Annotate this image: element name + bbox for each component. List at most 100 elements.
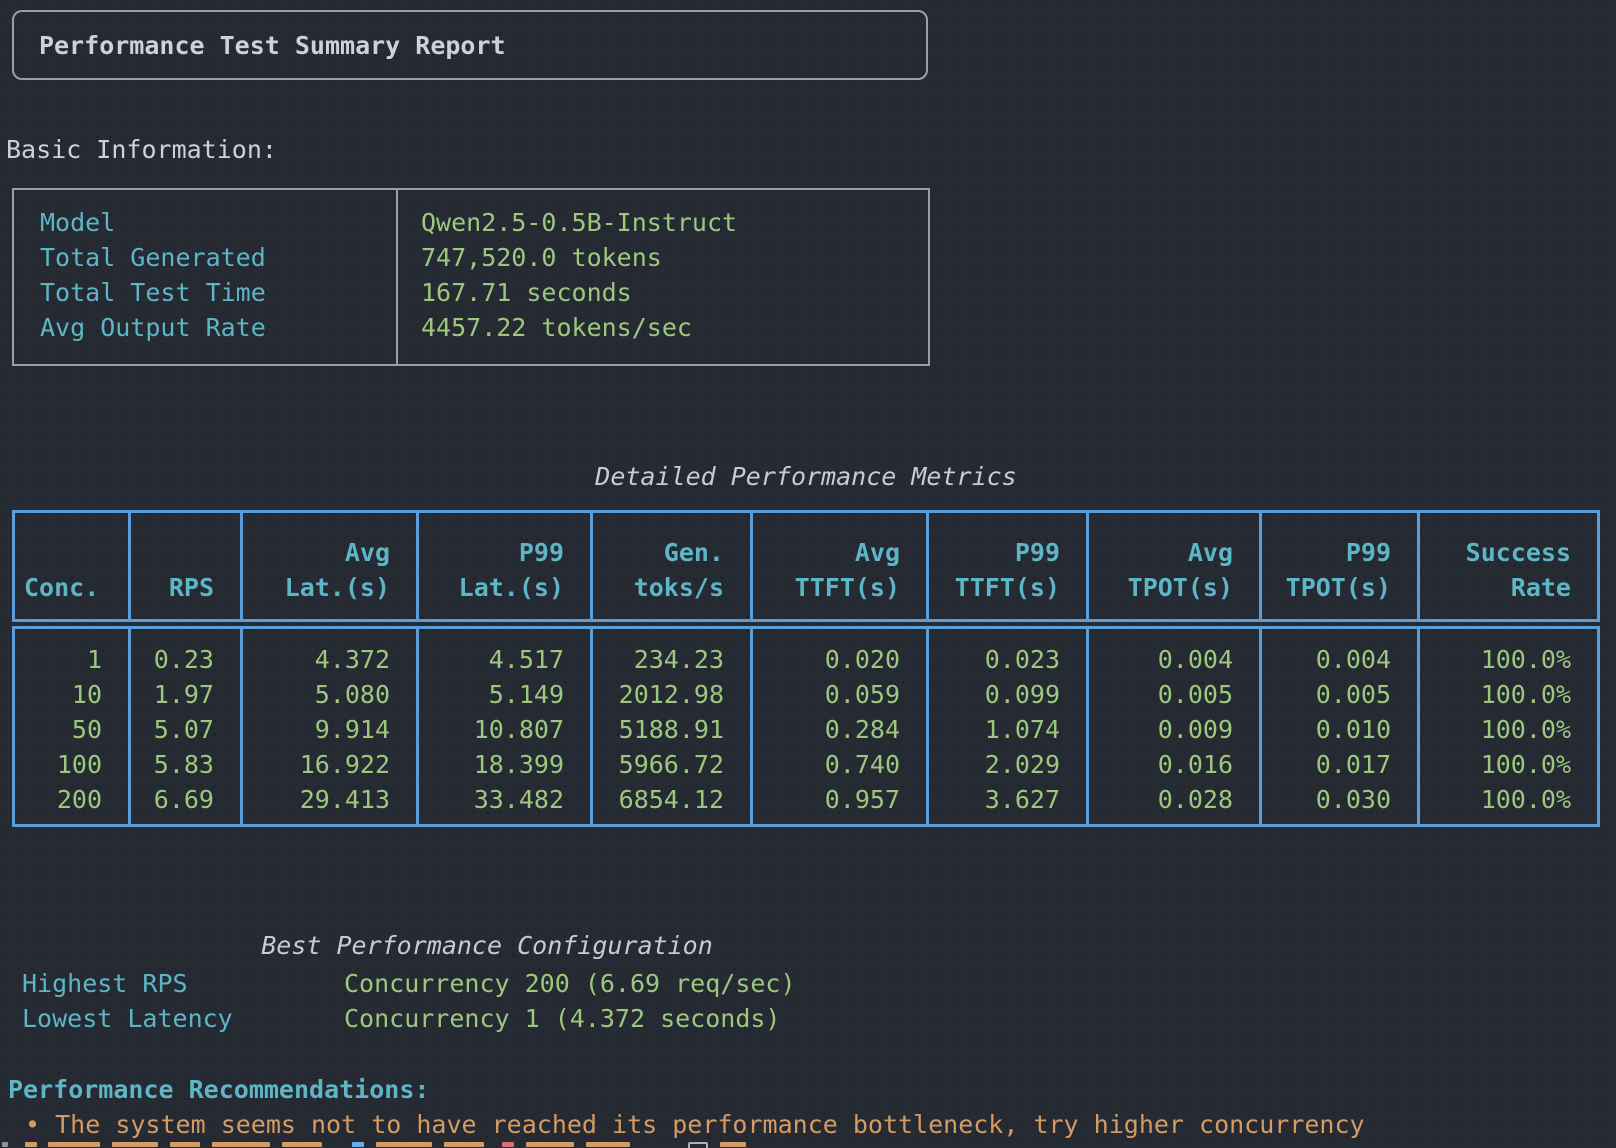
metric-value: 0.028 bbox=[1089, 782, 1259, 817]
metrics-header-row: Conc.RPSAvgLat.(s)P99Lat.(s)Gen.toks/sAv… bbox=[12, 510, 1600, 622]
metric-value: 5966.72 bbox=[593, 747, 750, 782]
column-header: AvgTTFT(s) bbox=[753, 513, 929, 619]
column-header-line1: P99 bbox=[419, 535, 564, 570]
clipped-glyph bbox=[586, 1142, 630, 1147]
metric-value: 0.020 bbox=[753, 642, 926, 677]
metric-value: 5.07 bbox=[131, 712, 240, 747]
metric-value: 3.627 bbox=[929, 782, 1086, 817]
best-config-row: Highest RPS Concurrency 200 (6.69 req/se… bbox=[0, 966, 1000, 1001]
info-value: 167.71 seconds bbox=[398, 275, 928, 310]
metric-value: 0.740 bbox=[753, 747, 926, 782]
metric-value: 234.23 bbox=[593, 642, 750, 677]
recommendation-item: • The system seems not to have reached i… bbox=[25, 1107, 1365, 1142]
metrics-column: 4.5175.14910.80718.39933.482 bbox=[419, 629, 593, 824]
metrics-column: 0.0040.0050.0100.0170.030 bbox=[1262, 629, 1420, 824]
clipped-glyph bbox=[25, 1142, 37, 1147]
metric-value: 10 bbox=[15, 677, 128, 712]
column-header-line1: P99 bbox=[929, 535, 1060, 570]
metrics-column: 100.0%100.0%100.0%100.0%100.0% bbox=[1420, 629, 1597, 824]
column-header-line1: Avg bbox=[243, 535, 390, 570]
metric-value: 0.010 bbox=[1262, 712, 1417, 747]
recommendation-text bbox=[40, 1110, 55, 1139]
best-config-title: Best Performance Configuration bbox=[12, 928, 962, 963]
column-header-line1: Success bbox=[1420, 535, 1571, 570]
metric-value: 10.807 bbox=[419, 712, 590, 747]
metric-value: 0.023 bbox=[929, 642, 1086, 677]
column-header: AvgTPOT(s) bbox=[1089, 513, 1262, 619]
metric-value: 2.029 bbox=[929, 747, 1086, 782]
metric-value: 18.399 bbox=[419, 747, 590, 782]
report-title-box: Performance Test Summary Report bbox=[12, 10, 928, 80]
metric-value: 2012.98 bbox=[593, 677, 750, 712]
clipped-glyph bbox=[720, 1142, 746, 1147]
clipped-glyph bbox=[376, 1142, 432, 1147]
column-header-line2: Lat.(s) bbox=[419, 570, 564, 605]
metric-value: 0.005 bbox=[1262, 677, 1417, 712]
metric-value: 100.0% bbox=[1420, 712, 1597, 747]
metrics-column: 234.232012.985188.915966.726854.12 bbox=[593, 629, 753, 824]
best-config-label: Lowest Latency bbox=[22, 1001, 233, 1036]
column-header-line2: TPOT(s) bbox=[1089, 570, 1233, 605]
info-label: Avg Output Rate bbox=[14, 310, 396, 345]
metric-value: 5.149 bbox=[419, 677, 590, 712]
metric-value: 5.080 bbox=[243, 677, 416, 712]
column-header-line1: Avg bbox=[753, 535, 900, 570]
metric-value: 6.69 bbox=[131, 782, 240, 817]
clipped-glyph bbox=[2, 1142, 8, 1147]
column-header: RPS bbox=[131, 513, 243, 619]
metric-value: 4.517 bbox=[419, 642, 590, 677]
metrics-column: 0.0040.0050.0090.0160.028 bbox=[1089, 629, 1262, 824]
recommendation-text: The system seems not to have reached its… bbox=[55, 1110, 1364, 1139]
clipped-glyph bbox=[352, 1142, 364, 1147]
bullet-icon: • bbox=[25, 1110, 40, 1139]
metric-value: 0.284 bbox=[753, 712, 926, 747]
metric-value: 29.413 bbox=[243, 782, 416, 817]
metric-value: 6854.12 bbox=[593, 782, 750, 817]
metric-value: 1 bbox=[15, 642, 128, 677]
clipped-text-line bbox=[0, 1142, 1616, 1148]
clipped-glyph bbox=[212, 1142, 270, 1147]
column-header-line2: Rate bbox=[1420, 570, 1571, 605]
metric-value: 9.914 bbox=[243, 712, 416, 747]
column-header: P99Lat.(s) bbox=[419, 513, 593, 619]
metric-value: 0.005 bbox=[1089, 677, 1259, 712]
metric-value: 0.957 bbox=[753, 782, 926, 817]
basic-info-table: ModelTotal GeneratedTotal Test TimeAvg O… bbox=[12, 188, 930, 366]
column-header-line1: P99 bbox=[1262, 535, 1391, 570]
metric-value: 100.0% bbox=[1420, 747, 1597, 782]
metric-value: 0.23 bbox=[131, 642, 240, 677]
metric-value: 100.0% bbox=[1420, 677, 1597, 712]
report-title: Performance Test Summary Report bbox=[14, 28, 506, 63]
metric-value: 33.482 bbox=[419, 782, 590, 817]
metric-value: 0.004 bbox=[1089, 642, 1259, 677]
clipped-glyph bbox=[444, 1142, 484, 1147]
metric-value: 100.0% bbox=[1420, 642, 1597, 677]
column-header-line1: Avg bbox=[1089, 535, 1233, 570]
basic-info-heading: Basic Information: bbox=[6, 132, 277, 167]
metric-value: 0.004 bbox=[1262, 642, 1417, 677]
basic-info-value-col: Qwen2.5-0.5B-Instruct747,520.0 tokens167… bbox=[398, 190, 928, 364]
metric-value: 50 bbox=[15, 712, 128, 747]
info-label: Total Generated bbox=[14, 240, 396, 275]
metric-value: 1.97 bbox=[131, 677, 240, 712]
column-header-line2: TTFT(s) bbox=[753, 570, 900, 605]
column-header: AvgLat.(s) bbox=[243, 513, 419, 619]
column-header: SuccessRate bbox=[1420, 513, 1597, 619]
column-header: Gen.toks/s bbox=[593, 513, 753, 619]
metric-value: 0.030 bbox=[1262, 782, 1417, 817]
info-value: 747,520.0 tokens bbox=[398, 240, 928, 275]
best-config-label: Highest RPS bbox=[22, 966, 188, 1001]
metric-value: 0.059 bbox=[753, 677, 926, 712]
info-label: Total Test Time bbox=[14, 275, 396, 310]
column-header-line1: Gen. bbox=[593, 535, 724, 570]
info-label: Model bbox=[14, 205, 396, 240]
clipped-glyph bbox=[170, 1142, 200, 1147]
recommendations-heading: Performance Recommendations: bbox=[8, 1072, 429, 1107]
best-config-rows: Highest RPS Concurrency 200 (6.69 req/se… bbox=[0, 966, 1000, 1036]
basic-info-label-col: ModelTotal GeneratedTotal Test TimeAvg O… bbox=[14, 190, 398, 364]
info-value: Qwen2.5-0.5B-Instruct bbox=[398, 205, 928, 240]
column-header-line2: toks/s bbox=[593, 570, 724, 605]
metric-value: 0.017 bbox=[1262, 747, 1417, 782]
clipped-glyph bbox=[526, 1142, 574, 1147]
column-header: Conc. bbox=[15, 513, 131, 619]
